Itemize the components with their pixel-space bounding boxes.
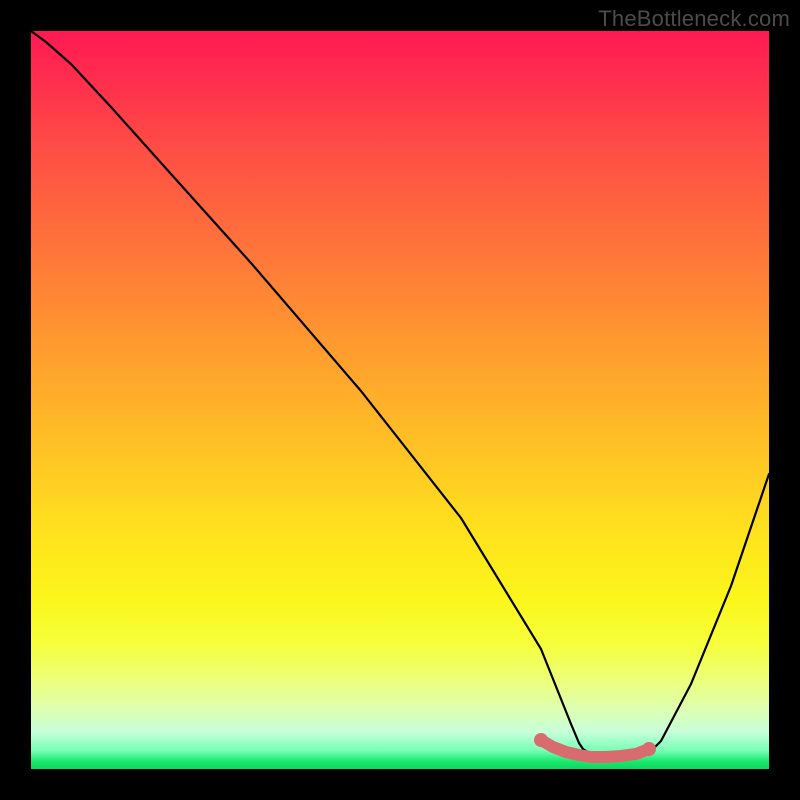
watermark-label: TheBottleneck.com bbox=[598, 6, 790, 32]
optimal-range-start-dot bbox=[534, 733, 548, 747]
optimal-range-highlight bbox=[541, 740, 649, 757]
optimal-range-end-dot bbox=[642, 742, 656, 756]
curve-overlay bbox=[31, 31, 769, 769]
chart-frame: TheBottleneck.com bbox=[0, 0, 800, 800]
plot-area bbox=[31, 31, 769, 769]
bottleneck-curve bbox=[31, 31, 769, 757]
